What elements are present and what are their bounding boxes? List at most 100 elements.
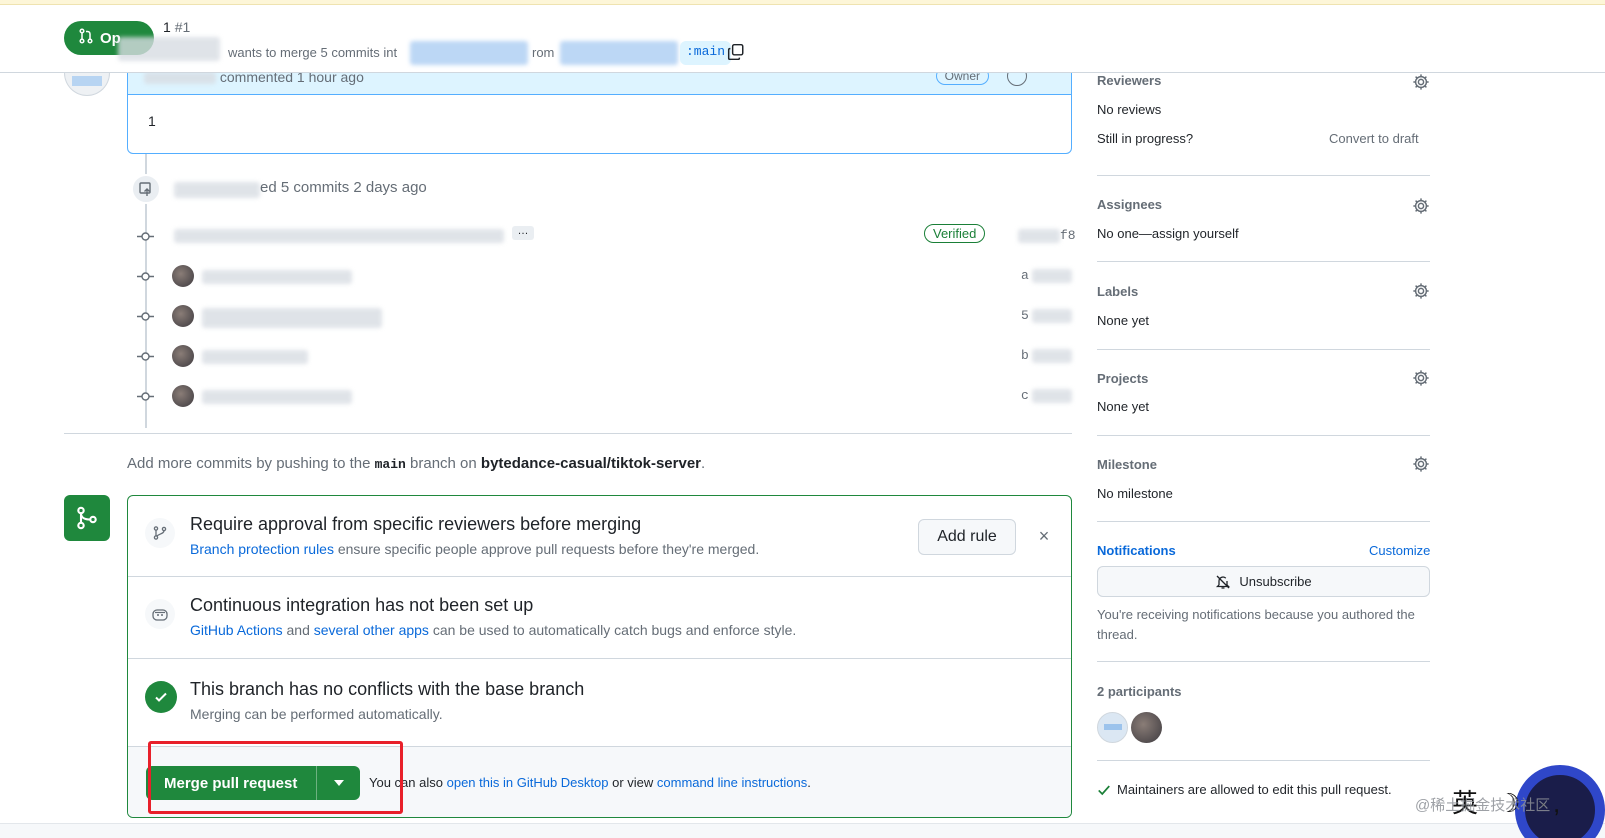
commit-sha-redacted[interactable] <box>1018 229 1060 243</box>
base-branch-redacted[interactable] <box>410 41 528 65</box>
maintainers-edit-note: Maintainers are allowed to edit this pul… <box>1097 782 1392 797</box>
conflicts-title: This branch has no conflicts with the ba… <box>190 679 585 699</box>
milestone-value: No milestone <box>1097 486 1173 501</box>
branch-protection-link[interactable]: Branch protection rules <box>190 541 334 557</box>
gear-icon[interactable] <box>1412 369 1430 387</box>
commit-message-redacted[interactable] <box>174 229 504 243</box>
gear-icon[interactable] <box>1412 73 1430 91</box>
repo-push-icon <box>131 174 161 204</box>
github-actions-link[interactable]: GitHub Actions <box>190 622 283 638</box>
commit-sha-redacted[interactable] <box>1032 269 1072 283</box>
commit-author-avatar[interactable] <box>172 305 194 327</box>
git-commit-icon <box>137 348 154 365</box>
pr-meta-from: rom <box>532 45 555 60</box>
participant-avatar[interactable] <box>1097 712 1128 743</box>
comment-body: 1 <box>148 113 156 129</box>
commit-sha[interactable]: f8 <box>1060 228 1076 243</box>
participants-label: 2 participants <box>1097 684 1182 699</box>
assignees-label[interactable]: Assignees <box>1097 197 1162 212</box>
robot-icon <box>145 599 175 629</box>
sidebar-divider <box>1097 261 1430 262</box>
participant-avatar[interactable] <box>1131 712 1162 743</box>
highlight-annotation-box <box>148 741 403 814</box>
footer-end: . <box>807 775 811 790</box>
ci-section: Continuous integration has not been set … <box>128 577 1071 659</box>
head-repo-redacted[interactable] <box>560 41 678 65</box>
conflicts-subtitle: Merging can be performed automatically. <box>190 706 443 722</box>
author-redacted <box>118 37 220 61</box>
add-rule-button[interactable]: Add rule <box>918 519 1016 555</box>
customize-link[interactable]: Customize <box>1369 543 1430 558</box>
check-icon <box>1098 784 1110 795</box>
commit-sha[interactable]: b <box>1021 348 1029 363</box>
github-desktop-link[interactable]: open this in GitHub Desktop <box>447 775 609 790</box>
check-circle-icon <box>145 681 177 713</box>
branch-protection-section: Require approval from specific reviewers… <box>128 496 1071 577</box>
close-icon[interactable]: × <box>1034 526 1054 546</box>
commit-message-redacted[interactable] <box>202 390 352 404</box>
commit-author-avatar[interactable] <box>172 345 194 367</box>
pusher-redacted[interactable] <box>174 182 260 198</box>
commit-sha[interactable]: c <box>1021 388 1029 403</box>
commit-sha-redacted[interactable] <box>1032 309 1072 323</box>
add-commits-hint: Add more commits by pushing to the main … <box>127 455 705 472</box>
reviewers-label[interactable]: Reviewers <box>1097 73 1161 88</box>
maintainers-text: Maintainers are allowed to edit this pul… <box>1117 782 1392 797</box>
commit-sha[interactable]: 5 <box>1021 308 1029 323</box>
conflicts-section: This branch has no conflicts with the ba… <box>128 659 1071 746</box>
head-branch-chip[interactable]: :main <box>680 41 732 65</box>
commit-author-avatar[interactable] <box>172 265 194 287</box>
sidebar-divider <box>1097 435 1430 436</box>
other-apps-link[interactable]: several other apps <box>314 622 429 638</box>
gear-icon[interactable] <box>1412 282 1430 300</box>
ci-and: and <box>286 622 310 638</box>
ci-title: Continuous integration has not been set … <box>190 595 534 615</box>
pr-sticky-header: Op 1 #1 wants to merge 5 commits int rom… <box>0 5 1605 73</box>
commenter-redacted[interactable] <box>144 72 216 85</box>
pull-request-icon <box>78 28 94 48</box>
unsubscribe-button[interactable]: Unsubscribe <box>1097 566 1430 597</box>
footer-or-view: or view <box>612 775 654 790</box>
sidebar-divider <box>1097 349 1430 350</box>
sidebar-divider <box>1097 521 1430 522</box>
still-in-progress-text: Still in progress? <box>1097 131 1194 146</box>
git-commit-icon <box>137 228 154 245</box>
reviewers-value: No reviews <box>1097 102 1162 117</box>
add-commits-suffix: . <box>701 455 706 472</box>
ci-subtitle: GitHub Actions and several other apps ca… <box>190 622 796 638</box>
sidebar-divider <box>1097 760 1430 761</box>
pr-title: 1 #1 <box>163 19 190 35</box>
approval-subtitle: Branch protection rules ensure specific … <box>190 541 759 557</box>
pr-meta: wants to merge 5 commits int <box>228 45 397 60</box>
projects-label[interactable]: Projects <box>1097 371 1148 386</box>
commit-message-redacted[interactable] <box>202 308 382 328</box>
commit-message-redacted[interactable] <box>202 350 308 364</box>
verified-badge[interactable]: Verified <box>924 224 986 243</box>
copy-icon[interactable] <box>727 43 745 61</box>
merge-alternatives-text: You can also open this in GitHub Desktop… <box>369 775 811 790</box>
notifications-label: Notifications <box>1097 543 1176 558</box>
commit-sha-redacted[interactable] <box>1032 349 1072 363</box>
gear-icon[interactable] <box>1412 197 1430 215</box>
bell-slash-icon <box>1216 575 1231 589</box>
convert-to-draft-link[interactable]: Convert to draft <box>1329 131 1419 146</box>
commit-sha-redacted[interactable] <box>1032 389 1072 403</box>
gear-icon[interactable] <box>1412 455 1430 473</box>
bottom-strip <box>0 823 1605 838</box>
pr-meta-text: wants to merge 5 commits int <box>228 45 398 60</box>
commits-event-text: ed 5 commits 2 days ago <box>260 179 427 196</box>
expand-commit-button[interactable]: … <box>512 226 534 240</box>
unsubscribe-label: Unsubscribe <box>1239 574 1312 589</box>
repo-name-link[interactable]: bytedance-casual/tiktok-server <box>481 455 701 472</box>
git-commit-icon <box>137 308 154 325</box>
commit-sha[interactable]: a <box>1021 268 1029 283</box>
milestone-label[interactable]: Milestone <box>1097 457 1157 472</box>
labels-label[interactable]: Labels <box>1097 284 1138 299</box>
commit-message-redacted[interactable] <box>202 270 352 284</box>
labels-value: None yet <box>1097 313 1150 328</box>
approval-rest: ensure specific people approve pull requ… <box>337 541 760 557</box>
cli-instructions-link[interactable]: command line instructions <box>657 775 807 790</box>
assignees-value[interactable]: No one—assign yourself <box>1097 226 1239 241</box>
commit-author-avatar[interactable] <box>172 385 194 407</box>
sidebar-divider <box>1097 175 1430 176</box>
